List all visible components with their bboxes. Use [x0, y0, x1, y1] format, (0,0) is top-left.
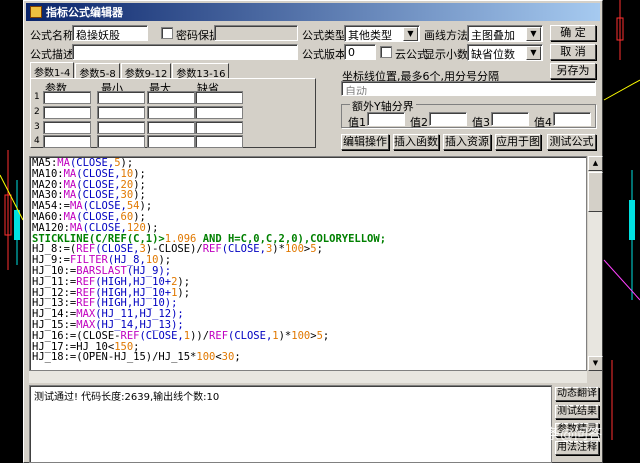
- param-panel: 参数 最小 最大 缺省 1 2 3 4: [30, 78, 316, 148]
- param-2-name[interactable]: [43, 106, 91, 119]
- title-bar: 指标公式编辑器: [26, 3, 600, 21]
- chevron-down-icon: ▼: [403, 27, 418, 41]
- formula-type-select[interactable]: 其他类型 ▼: [344, 25, 420, 42]
- formula-type-label: 公式类型: [302, 29, 346, 42]
- param-3-name[interactable]: [43, 121, 91, 134]
- param-row-2: 2: [34, 107, 40, 117]
- formula-version-input[interactable]: 0: [344, 44, 376, 60]
- insert-function-button[interactable]: 插入函数: [393, 134, 439, 150]
- axis-value-2-input[interactable]: [429, 112, 467, 126]
- chevron-down-icon: ▼: [526, 27, 541, 41]
- password-input[interactable]: [214, 25, 298, 41]
- scroll-up-icon[interactable]: ▲: [588, 156, 603, 171]
- tab-params-9-12[interactable]: 参数9-12: [120, 63, 172, 80]
- scroll-thumb[interactable]: [588, 172, 603, 212]
- ok-button[interactable]: 确 定: [550, 25, 596, 41]
- code-token: )*: [278, 329, 292, 342]
- chevron-down-icon: ▼: [526, 46, 541, 60]
- draw-method-select[interactable]: 主图叠加 ▼: [467, 25, 543, 42]
- code-token: (CLOSE,: [228, 329, 273, 342]
- test-output: 测试通过! 代码长度:2639,输出线个数:10: [29, 385, 552, 463]
- code-vertical-scrollbar[interactable]: ▲ ▼: [587, 156, 603, 371]
- code-token: 100: [291, 329, 311, 342]
- code-token: 100: [196, 351, 216, 364]
- code-token: ;: [234, 351, 241, 364]
- toutiao-logo-icon: 头: [508, 424, 528, 444]
- code-token: ))/: [190, 329, 210, 342]
- param-4-min[interactable]: [97, 135, 145, 148]
- watermark-text: 头条@问答: [532, 427, 602, 443]
- dynamic-translate-button[interactable]: 动态翻译: [555, 387, 599, 401]
- param-row-4: 4: [34, 136, 40, 146]
- param-1-min[interactable]: [97, 91, 145, 104]
- axis-value-3-label: 值3: [472, 116, 490, 129]
- code-token: ;: [316, 243, 323, 256]
- save-as-button[interactable]: 另存为: [550, 63, 596, 79]
- param-3-min[interactable]: [97, 121, 145, 134]
- param-1-max[interactable]: [147, 91, 195, 104]
- axis-value-4-label: 值4: [534, 116, 552, 129]
- axis-value-3-input[interactable]: [491, 112, 529, 126]
- coords-input[interactable]: 自动: [341, 81, 596, 96]
- code-token: (CLOSE,: [139, 329, 184, 342]
- param-4-default[interactable]: [195, 135, 243, 148]
- param-row-1: 1: [34, 92, 40, 102]
- window-title: 指标公式编辑器: [46, 6, 123, 19]
- param-2-min[interactable]: [97, 106, 145, 119]
- test-output-text: 测试通过! 代码长度:2639,输出线个数:10: [34, 392, 220, 403]
- formula-desc-input[interactable]: [72, 44, 298, 60]
- decimal-label: 显示小数: [424, 48, 468, 61]
- code-token: REF: [209, 329, 229, 342]
- param-3-max[interactable]: [147, 121, 195, 134]
- param-4-max[interactable]: [147, 135, 195, 148]
- decimal-select[interactable]: 缺省位数 ▼: [467, 44, 543, 61]
- param-row-3: 3: [34, 122, 40, 132]
- watermark: 头 头条@问答: [508, 424, 602, 444]
- axis-value-2-label: 值2: [410, 116, 428, 129]
- param-2-default[interactable]: [195, 106, 243, 119]
- apply-to-chart-button[interactable]: 应用于图: [495, 134, 541, 150]
- insert-resource-button[interactable]: 插入资源: [443, 134, 491, 150]
- code-token: );: [177, 286, 191, 299]
- code-horizontal-scrollbar[interactable]: [29, 371, 587, 383]
- code-line: HJ_18:=(OPEN-HJ_15)/HJ_15*100<30;: [32, 352, 584, 363]
- param-2-max[interactable]: [147, 106, 195, 119]
- draw-method-value: 主图叠加: [471, 29, 515, 42]
- code-token: REF: [202, 243, 222, 256]
- decimal-value: 缺省位数: [471, 48, 515, 61]
- param-tabs: 参数1-4 参数5-8 参数9-12 参数13-16: [30, 62, 230, 80]
- draw-method-label: 画线方法: [424, 29, 468, 42]
- scroll-down-icon[interactable]: ▼: [588, 356, 603, 371]
- code-token: 30: [221, 351, 235, 364]
- test-result-button[interactable]: 测试结果: [555, 405, 599, 419]
- password-checkbox[interactable]: [161, 27, 173, 39]
- tab-params-1-4[interactable]: 参数1-4: [30, 62, 75, 79]
- formula-desc-label: 公式描述: [30, 48, 74, 61]
- formula-type-value: 其他类型: [348, 29, 392, 42]
- formula-version-label: 公式版本: [302, 48, 346, 61]
- param-4-name[interactable]: [43, 135, 91, 148]
- test-formula-button[interactable]: 测试公式: [547, 134, 596, 150]
- tab-params-5-8[interactable]: 参数5-8: [75, 63, 120, 80]
- edit-operation-button[interactable]: 编辑操作: [341, 134, 389, 150]
- param-1-default[interactable]: [195, 91, 243, 104]
- code-token: )*: [272, 243, 285, 256]
- code-token: HJ_18:=(OPEN-HJ_15)/HJ_15*: [32, 351, 197, 364]
- axis-value-1-label: 值1: [348, 116, 366, 129]
- code-token: ;: [322, 329, 330, 342]
- formula-name-input[interactable]: 稳操妖股: [72, 25, 148, 41]
- formula-name-label: 公式名称: [30, 29, 74, 42]
- code-token: 100: [284, 243, 304, 256]
- app-icon: [30, 6, 42, 18]
- axis-value-4-input[interactable]: [553, 112, 591, 126]
- code-editor[interactable]: MA5:MA(CLOSE,5); MA10:MA(CLOSE,10); MA20:M…: [29, 156, 587, 371]
- tab-params-13-16[interactable]: 参数13-16: [172, 63, 230, 80]
- param-3-default[interactable]: [195, 121, 243, 134]
- code-token: (CLOSE,: [221, 243, 266, 256]
- formula-editor-window: 指标公式编辑器 公式名称 稳操妖股 密码保护 公式类型 其他类型 ▼ 画线方法 …: [23, 0, 603, 463]
- axis-value-1-input[interactable]: [367, 112, 405, 126]
- cloud-formula-checkbox[interactable]: [380, 46, 392, 58]
- cancel-button[interactable]: 取 消: [550, 44, 596, 60]
- param-1-name[interactable]: [43, 91, 91, 104]
